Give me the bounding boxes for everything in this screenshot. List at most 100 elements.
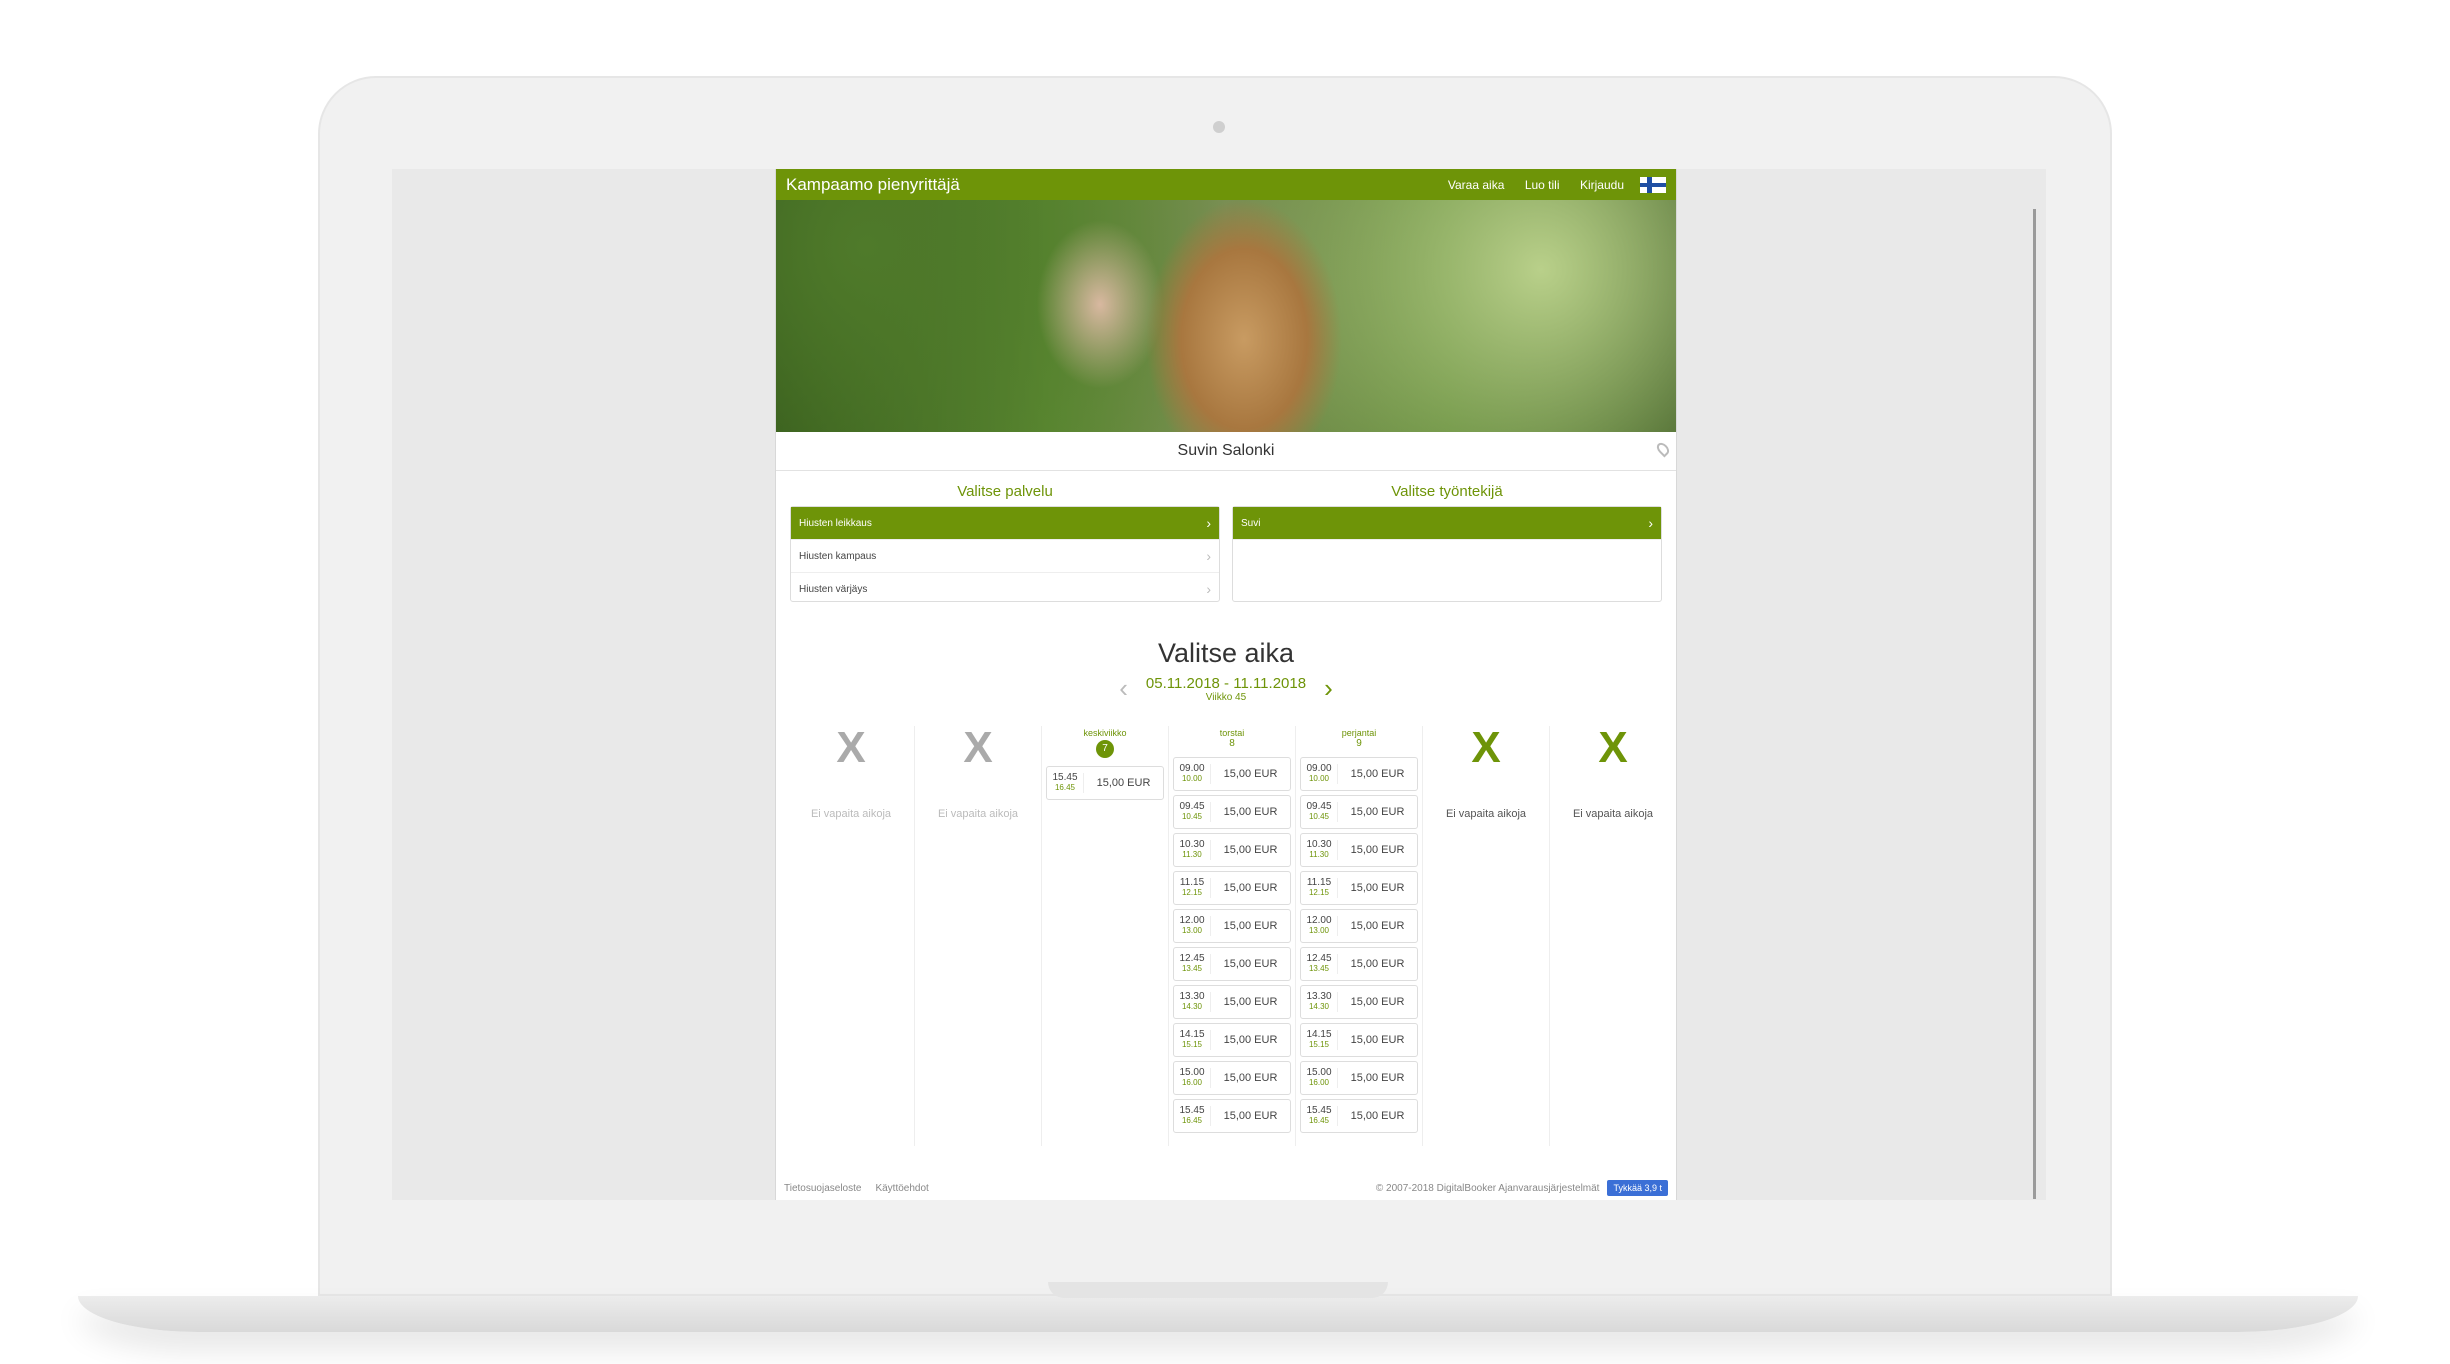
hero-image [776, 200, 1676, 432]
slot-price: 15,00 EUR [1223, 806, 1278, 818]
slot-end: 10.45 [1181, 812, 1203, 821]
day-columns: X Ei vapaita aikoja X Ei vapaita aikoja … [788, 726, 1676, 1146]
slot-end: 14.30 [1308, 1002, 1330, 1011]
time-slot[interactable]: 10.30 11.30 15,00 EUR [1173, 833, 1291, 867]
no-slots-text: Ei vapaita aikoja [810, 808, 892, 820]
salon-bar: Suvin Salonki [776, 432, 1676, 471]
slot-start: 15.00 [1179, 1067, 1205, 1078]
slot-price: 15,00 EUR [1223, 882, 1278, 894]
time-slot[interactable]: 15.45 16.45 15,00 EUR [1046, 766, 1164, 800]
time-slot[interactable]: 15.00 16.00 15,00 EUR [1300, 1061, 1418, 1095]
slot-times: 12.00 13.00 [1301, 916, 1338, 936]
slot-price: 15,00 EUR [1350, 920, 1405, 932]
day-name: torstai [1219, 728, 1245, 738]
top-bar: Kampaamo pienyrittäjä Varaa aika Luo til… [776, 169, 1676, 200]
time-slot[interactable]: 15.45 16.45 15,00 EUR [1173, 1099, 1291, 1133]
slot-price: 15,00 EUR [1223, 996, 1278, 1008]
week-number: Viikko 45 [1205, 691, 1247, 703]
chevron-right-icon: › [1648, 515, 1653, 531]
slot-start: 15.45 [1306, 1105, 1332, 1116]
service-option-label: Hiusten leikkaus [799, 517, 872, 529]
day-name: perjantai [1341, 728, 1377, 738]
slot-times: 12.00 13.00 [1174, 916, 1211, 936]
time-slot[interactable]: 14.15 15.15 15,00 EUR [1173, 1023, 1291, 1057]
unavailable-icon: X [1471, 723, 1501, 772]
slot-end: 10.00 [1308, 774, 1330, 783]
previous-week-icon[interactable]: ‹ [1119, 673, 1128, 704]
slot-times: 13.30 14.30 [1301, 992, 1338, 1012]
day-number-today: 7 [1096, 740, 1114, 758]
slot-price: 15,00 EUR [1350, 806, 1405, 818]
scrollbar[interactable] [2033, 209, 2036, 1199]
screen: Kampaamo pienyrittäjä Varaa aika Luo til… [392, 169, 2046, 1200]
copyright: © 2007-2018 DigitalBooker Ajanvarausjärj… [1375, 1182, 1600, 1194]
time-slot[interactable]: 14.15 15.15 15,00 EUR [1300, 1023, 1418, 1057]
day-column-sunday: X Ei vapaita aikoja [1550, 726, 1676, 1146]
slot-times: 12.45 13.45 [1301, 954, 1338, 974]
time-slot[interactable]: 09.00 10.00 15,00 EUR [1173, 757, 1291, 791]
chevron-right-icon: › [1206, 548, 1211, 564]
time-slot[interactable]: 11.15 12.15 15,00 EUR [1300, 871, 1418, 905]
slot-times: 10.30 11.30 [1174, 840, 1211, 860]
nav-create-account[interactable]: Luo tili [1525, 178, 1560, 192]
time-slot[interactable]: 12.45 13.45 15,00 EUR [1300, 947, 1418, 981]
time-slot[interactable]: 13.30 14.30 15,00 EUR [1173, 985, 1291, 1019]
slot-start: 10.30 [1179, 839, 1205, 850]
service-option-styling[interactable]: Hiusten kampaus › [791, 540, 1219, 573]
time-slot[interactable]: 09.00 10.00 15,00 EUR [1300, 757, 1418, 791]
slot-end: 16.45 [1181, 1116, 1203, 1125]
location-pin-icon[interactable] [1654, 440, 1672, 458]
slot-end: 14.30 [1181, 1002, 1203, 1011]
time-slot[interactable]: 12.00 13.00 15,00 EUR [1173, 909, 1291, 943]
slot-end: 13.00 [1308, 926, 1330, 935]
service-list: Hiusten leikkaus › Hiusten kampaus › Hiu… [790, 506, 1220, 602]
like-button[interactable]: Tykkää 3,9 t [1607, 1180, 1668, 1196]
slot-start: 12.00 [1306, 915, 1332, 926]
slot-start: 14.15 [1306, 1029, 1332, 1040]
no-slots-text: Ei vapaita aikoja [1445, 808, 1527, 820]
slot-end: 11.30 [1309, 850, 1329, 859]
time-slot[interactable]: 15.45 16.45 15,00 EUR [1300, 1099, 1418, 1133]
slot-times: 15.45 16.45 [1301, 1106, 1338, 1126]
slot-start: 14.15 [1179, 1029, 1205, 1040]
day-column-monday: X Ei vapaita aikoja [788, 726, 915, 1146]
slot-price: 15,00 EUR [1223, 1072, 1278, 1084]
time-slot[interactable]: 12.45 13.45 15,00 EUR [1173, 947, 1291, 981]
slot-start: 09.45 [1179, 801, 1205, 812]
nav-login[interactable]: Kirjaudu [1580, 178, 1624, 192]
time-slot[interactable]: 10.30 11.30 15,00 EUR [1300, 833, 1418, 867]
footer: Tietosuojaseloste Käyttöehdot © 2007-201… [776, 1176, 1676, 1200]
time-slot[interactable]: 09.45 10.45 15,00 EUR [1300, 795, 1418, 829]
slot-end: 16.45 [1308, 1116, 1330, 1125]
service-selector: Valitse palvelu Hiusten leikkaus › Hiust… [790, 483, 1220, 602]
time-slot[interactable]: 12.00 13.00 15,00 EUR [1300, 909, 1418, 943]
nav-book[interactable]: Varaa aika [1448, 178, 1504, 192]
slot-end: 15.15 [1181, 1040, 1203, 1049]
unavailable-icon: X [963, 723, 993, 772]
week-range: 05.11.2018 - 11.11.2018 Viikko 45 [1146, 675, 1306, 703]
employee-option-suvi[interactable]: Suvi › [1233, 507, 1661, 540]
terms-link[interactable]: Käyttöehdot [875, 1183, 928, 1194]
salon-name: Suvin Salonki [1177, 442, 1275, 459]
day-column-tuesday: X Ei vapaita aikoja [915, 726, 1042, 1146]
slot-end: 13.45 [1308, 964, 1330, 973]
slot-start: 10.30 [1306, 839, 1332, 850]
service-option-cut[interactable]: Hiusten leikkaus › [791, 507, 1219, 540]
time-slot[interactable]: 15.00 16.00 15,00 EUR [1173, 1061, 1291, 1095]
slot-start: 15.45 [1179, 1105, 1205, 1116]
privacy-link[interactable]: Tietosuojaseloste [784, 1183, 861, 1194]
slot-end: 13.00 [1181, 926, 1203, 935]
slot-times: 10.30 11.30 [1301, 840, 1338, 860]
slot-times: 15.00 16.00 [1174, 1068, 1211, 1088]
time-slot[interactable]: 11.15 12.15 15,00 EUR [1173, 871, 1291, 905]
day-column-friday: perjantai 9 09.00 10.00 15,00 EUR 09.45 10.4… [1296, 726, 1423, 1146]
slot-times: 09.00 10.00 [1174, 764, 1211, 784]
time-slot[interactable]: 13.30 14.30 15,00 EUR [1300, 985, 1418, 1019]
finnish-flag-icon[interactable] [1640, 176, 1666, 193]
next-week-icon[interactable]: › [1324, 673, 1333, 704]
service-option-coloring[interactable]: Hiusten värjäys › [791, 573, 1219, 605]
brand-title[interactable]: Kampaamo pienyrittäjä [786, 175, 1432, 195]
slot-times: 13.30 14.30 [1174, 992, 1211, 1012]
time-slot[interactable]: 09.45 10.45 15,00 EUR [1173, 795, 1291, 829]
day-number: 8 [1229, 738, 1235, 749]
